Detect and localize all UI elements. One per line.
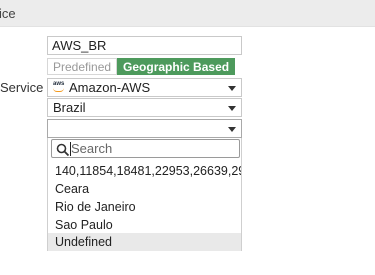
search-icon (56, 143, 70, 156)
city-select[interactable] (47, 119, 242, 138)
dropdown-option[interactable]: Ceara (48, 180, 241, 198)
predefined-option[interactable]: Predefined (47, 58, 118, 75)
type-toggle: Predefined Geographic Based (47, 58, 236, 75)
dropdown-option[interactable]: 140,11854,18481,22953,26639,29496 (48, 162, 241, 180)
search-placeholder: Search (71, 141, 113, 156)
provider-value: Amazon-AWS (69, 80, 151, 95)
header-bar: ice (0, 0, 375, 27)
header-title: ice (0, 6, 16, 21)
geographic-based-option[interactable]: Geographic Based (117, 58, 236, 75)
dropdown-option[interactable]: Rio de Janeiro (48, 198, 241, 216)
city-dropdown: Search 140,11854,18481,22953,26639,29496… (47, 138, 242, 251)
aws-logo-icon: aws (53, 81, 65, 93)
dropdown-option[interactable]: Sao Paulo (48, 216, 241, 234)
chevron-down-icon (228, 86, 236, 91)
chevron-down-icon (228, 106, 236, 111)
service-label: Service (0, 80, 44, 95)
provider-select[interactable]: aws Amazon-AWS (47, 78, 242, 97)
search-input[interactable]: Search (51, 139, 240, 158)
dropdown-option-hovered[interactable]: Undefined (48, 233, 241, 251)
name-input[interactable]: AWS_BR (47, 36, 242, 55)
text-cursor (70, 142, 71, 156)
region-value: Brazil (53, 100, 86, 115)
chevron-down-icon (228, 127, 236, 132)
region-select[interactable]: Brazil (47, 98, 242, 117)
